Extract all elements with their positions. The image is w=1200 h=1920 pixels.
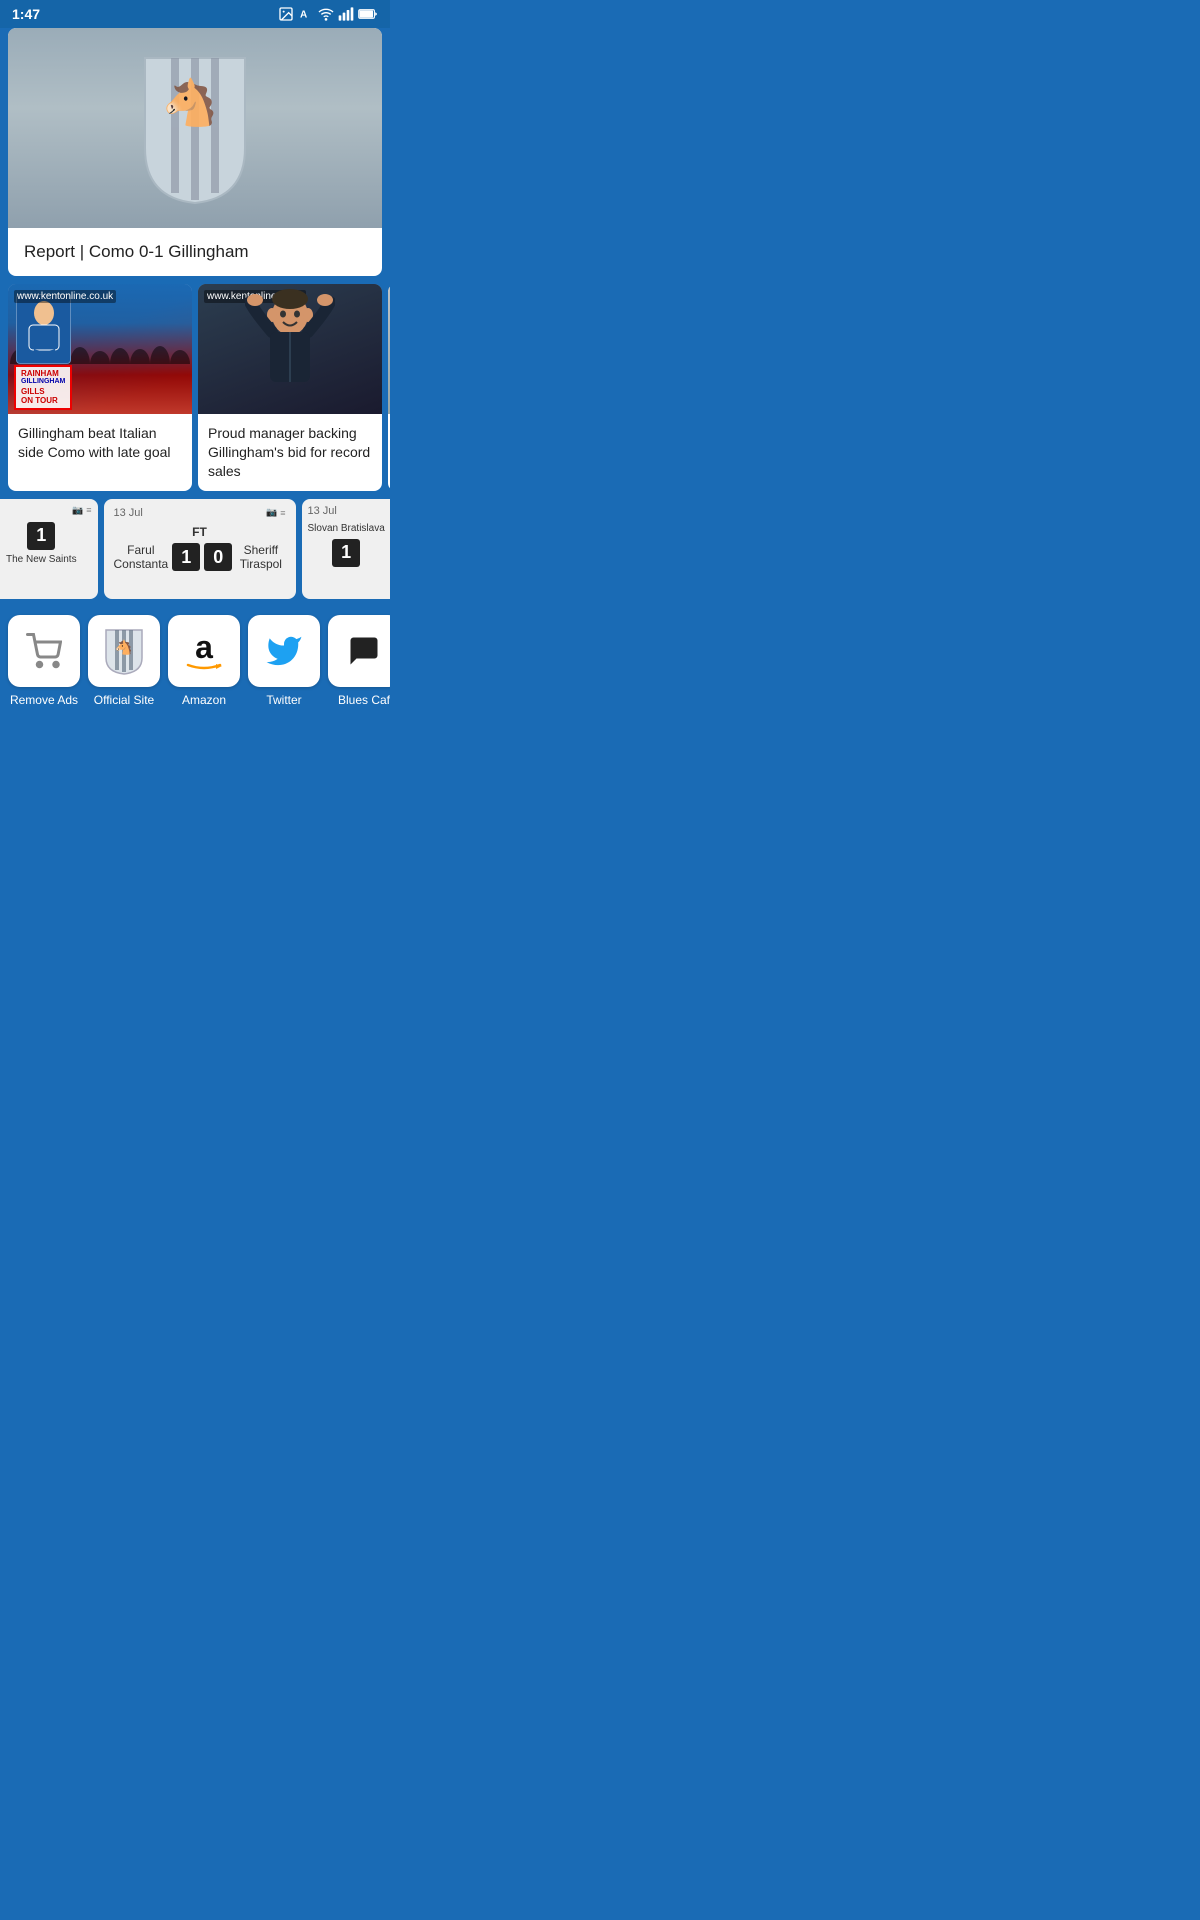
score-icons-center: 📷 ≡	[266, 507, 285, 518]
amazon-icon-box: a	[168, 615, 240, 687]
camera-icon-center: 📷	[266, 507, 277, 518]
remove-ads-label: Remove Ads	[10, 693, 78, 707]
news-card-3[interactable]: www.gilling om Dieng fitness habits	[388, 284, 390, 491]
status-time: 1:47	[12, 6, 40, 22]
twitter-label: Twitter	[266, 693, 301, 707]
away-score-center: 0	[204, 543, 232, 571]
score-teams-left: 1 The New Saints	[6, 522, 92, 566]
svg-text:🐴: 🐴	[115, 639, 132, 656]
status-icons: A	[278, 6, 378, 22]
score-date-right: 13 Jul	[308, 505, 337, 517]
list-icon-center: ≡	[280, 508, 285, 518]
score-teams-right: Slovan Bratislava 1	[308, 523, 391, 567]
accessibility-icon: A	[298, 6, 314, 22]
shortcut-amazon[interactable]: a Amazon	[168, 615, 240, 707]
score-card-center[interactable]: 13 Jul 📷 ≡ FT Farul Constanta 1 0 Sherif…	[104, 499, 296, 599]
hero-image: 🐴	[8, 28, 382, 228]
camera-icon: 📷	[72, 505, 83, 516]
news-card-1-image: RAINHAM GILLINGHAM GILLS ON TOUR	[8, 284, 192, 414]
shortcut-twitter[interactable]: Twitter	[248, 615, 320, 707]
scores-row: 📷 ≡ 1 The New Saints 13 Jul 📷 ≡ FT Farul…	[0, 499, 390, 607]
news-card-3-image: www.gilling om	[388, 284, 390, 414]
score-card-left-partial[interactable]: 📷 ≡ 1 The New Saints	[0, 499, 98, 599]
official-site-label: Official Site	[94, 693, 154, 707]
amazon-icon: a	[186, 631, 222, 671]
news-card-2-image: www.kentonline.co.uk	[198, 284, 382, 414]
shortcut-official-site[interactable]: 🐴 Official Site	[88, 615, 160, 707]
score-icons-left: 📷 ≡	[72, 505, 91, 516]
chat-icon	[346, 633, 382, 669]
away-team-center: Sheriff Tiraspol	[236, 543, 285, 572]
signal-icon	[338, 6, 354, 22]
gillingham-icon: 🐴	[102, 626, 146, 676]
shortcut-blues-caf[interactable]: Blues Caf	[328, 615, 390, 707]
score-header-center: 13 Jul 📷 ≡	[114, 507, 286, 519]
news-source-1: www.kentonline.co.uk	[14, 290, 116, 303]
battery-icon	[358, 6, 378, 22]
hero-caption: Report | Como 0-1 Gillingham	[8, 228, 382, 276]
score-ft-center: FT	[114, 525, 286, 539]
blues-caf-icon-box	[328, 615, 390, 687]
svg-text:🐴: 🐴	[162, 77, 218, 128]
list-icon: ≡	[86, 505, 91, 515]
score-number-right: 1	[332, 539, 360, 567]
gallery-icon	[278, 6, 294, 22]
score-card-right-partial[interactable]: 13 Jul Slovan Bratislava 1	[302, 499, 391, 599]
news-headline-3: Dieng fitness habits	[388, 414, 390, 481]
twitter-icon-box	[248, 615, 320, 687]
remove-ads-icon-box	[8, 615, 80, 687]
amazon-label: Amazon	[182, 693, 226, 707]
twitter-icon	[265, 632, 303, 670]
gillingham-shield: 🐴	[135, 48, 255, 208]
team-name-right: Slovan Bratislava	[308, 523, 385, 535]
news-headline-2: Proud manager backing Gillingham's bid f…	[198, 414, 382, 491]
team-name-left: The New Saints	[6, 554, 77, 566]
score-header-right: 13 Jul	[308, 505, 391, 517]
blues-caf-label: Blues Caf	[338, 693, 390, 707]
shortcut-remove-ads[interactable]: Remove Ads	[8, 615, 80, 707]
svg-text:A: A	[300, 9, 307, 20]
cart-icon	[26, 633, 62, 669]
wifi-icon	[318, 6, 334, 22]
shortcuts-row: Remove Ads 🐴 Official Site a Am	[0, 607, 390, 715]
score-number-left: 1	[27, 522, 55, 550]
official-site-icon-box: 🐴	[88, 615, 160, 687]
hero-card[interactable]: 🐴 Report | Como 0-1 Gillingham	[8, 28, 382, 276]
home-team-center: Farul Constanta	[114, 543, 169, 572]
news-card-2[interactable]: www.kentonline.co.uk Proud manager backi…	[198, 284, 382, 491]
score-teams-center: Farul Constanta 1 0 Sheriff Tiraspol	[114, 543, 286, 572]
news-card-1[interactable]: RAINHAM GILLINGHAM GILLS ON TOUR	[8, 284, 192, 491]
news-headline-1: Gillingham beat Italian side Como with l…	[8, 414, 192, 472]
news-row: RAINHAM GILLINGHAM GILLS ON TOUR	[0, 284, 390, 499]
status-bar: 1:47 A	[0, 0, 390, 28]
score-date-center: 13 Jul	[114, 507, 143, 519]
score-header-left: 📷 ≡	[6, 505, 92, 516]
home-score-center: 1	[172, 543, 200, 571]
